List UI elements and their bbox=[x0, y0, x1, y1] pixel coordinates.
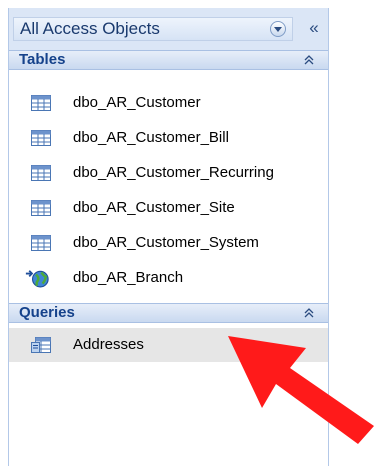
item-label: dbo_AR_Branch bbox=[73, 269, 184, 286]
table-icon bbox=[31, 165, 51, 181]
group-header-tables[interactable]: Tables bbox=[9, 50, 328, 70]
list-item-table[interactable]: dbo_AR_Customer bbox=[9, 86, 328, 120]
item-label: Addresses bbox=[73, 336, 144, 353]
item-label: dbo_AR_Customer bbox=[73, 94, 201, 111]
item-label: dbo_AR_Customer_Recurring bbox=[73, 164, 274, 181]
table-icon bbox=[31, 235, 51, 251]
table-icon bbox=[31, 95, 51, 111]
item-label: dbo_AR_Customer_Bill bbox=[73, 129, 229, 146]
pane-header: All Access Objects « bbox=[9, 8, 328, 50]
group-header-queries[interactable]: Queries bbox=[9, 303, 328, 323]
list-item-table[interactable]: dbo_AR_Customer_System bbox=[9, 226, 328, 260]
collapse-up-icon[interactable] bbox=[304, 304, 314, 322]
group-label-tables: Tables bbox=[19, 51, 66, 68]
list-item-linked-table[interactable]: dbo_AR_Branch bbox=[9, 261, 328, 295]
list-item-table[interactable]: dbo_AR_Customer_Recurring bbox=[9, 156, 328, 190]
item-label: dbo_AR_Customer_System bbox=[73, 234, 259, 251]
group-label-queries: Queries bbox=[19, 304, 75, 321]
chevron-down-icon[interactable] bbox=[270, 21, 286, 37]
list-item-table[interactable]: dbo_AR_Customer_Bill bbox=[9, 121, 328, 155]
shutter-bar-close-button[interactable]: « bbox=[302, 17, 326, 41]
table-icon bbox=[31, 200, 51, 216]
item-label: dbo_AR_Customer_Site bbox=[73, 199, 235, 216]
red-arrow-annotation-icon bbox=[228, 336, 374, 444]
list-item-table[interactable]: dbo_AR_Customer_Site bbox=[9, 191, 328, 225]
table-icon bbox=[31, 130, 51, 146]
nav-pane-title: All Access Objects bbox=[20, 19, 160, 38]
linked-table-globe-icon bbox=[25, 270, 49, 288]
nav-pane-title-dropdown[interactable]: All Access Objects bbox=[13, 17, 293, 41]
query-icon bbox=[31, 337, 51, 353]
collapse-up-icon[interactable] bbox=[304, 51, 314, 69]
